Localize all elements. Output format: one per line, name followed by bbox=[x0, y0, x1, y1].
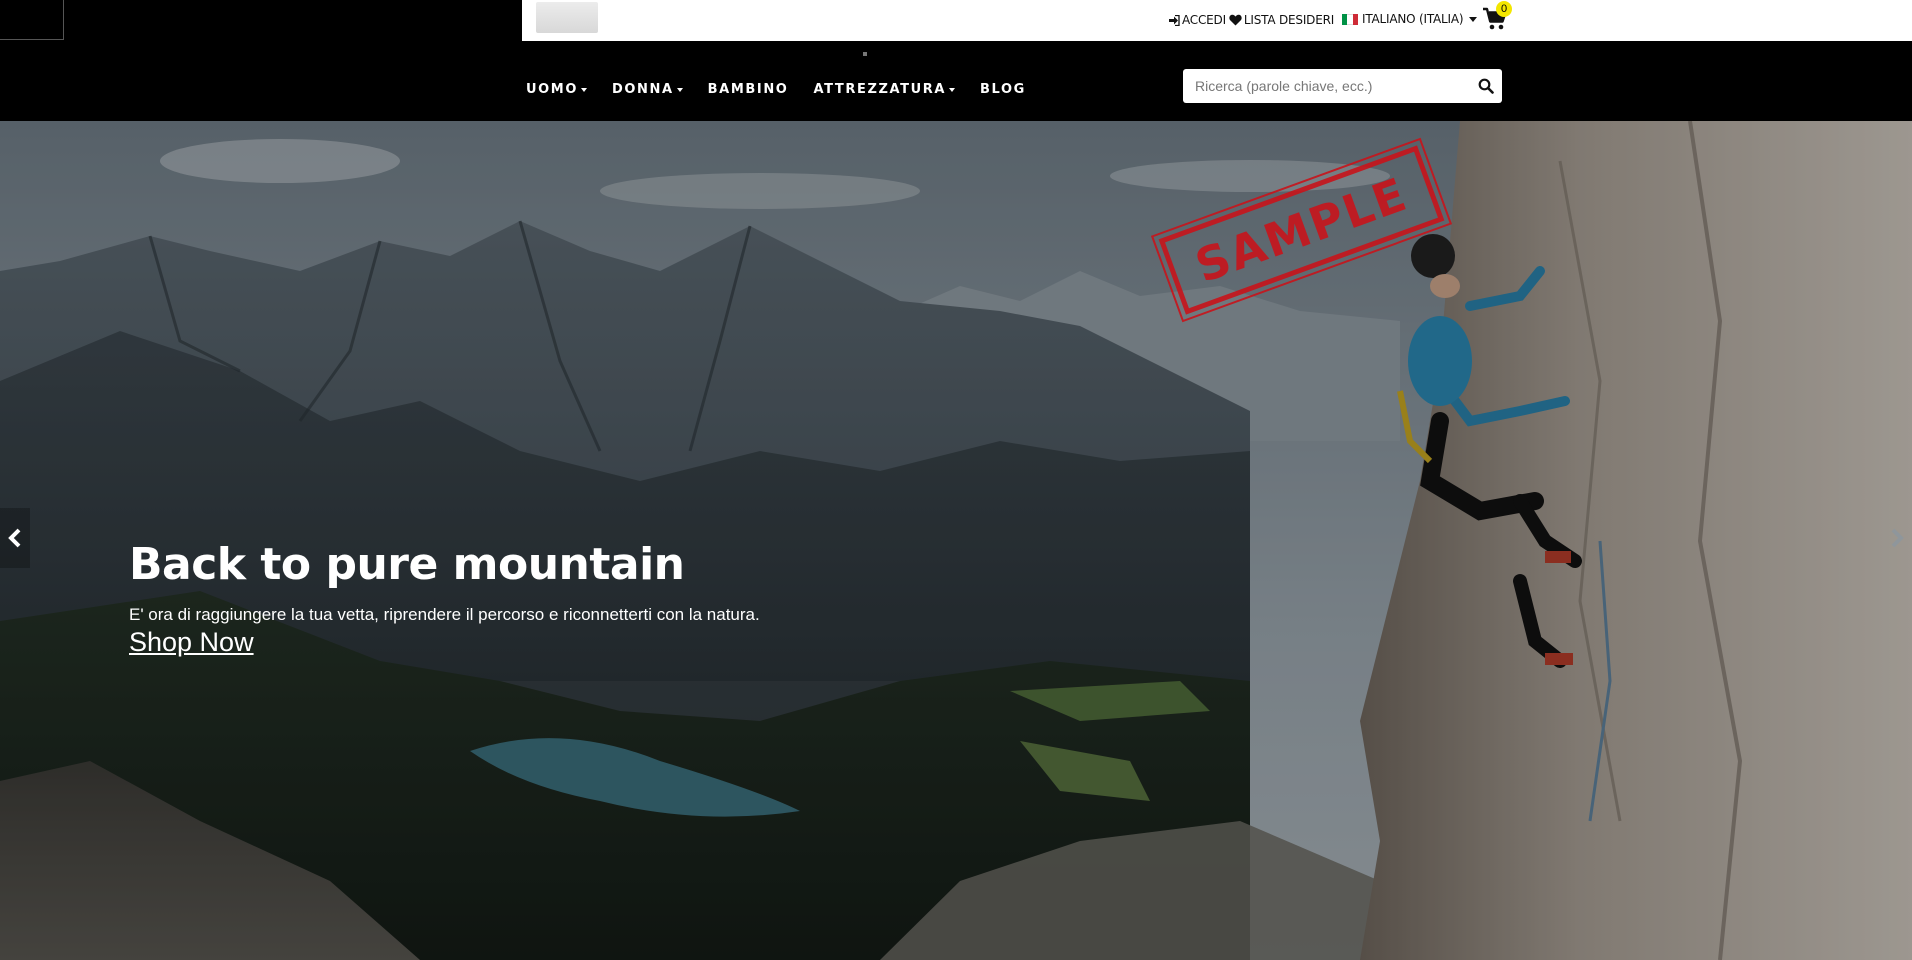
chevron-down-icon bbox=[949, 87, 956, 92]
search-box bbox=[1183, 69, 1502, 103]
carousel-next-button[interactable] bbox=[1882, 508, 1912, 568]
hero-subtitle: E' ora di raggiungere la tua vetta, ripr… bbox=[129, 605, 760, 624]
nav-item-uomo[interactable]: UOMO bbox=[526, 82, 587, 97]
chevron-right-icon bbox=[1891, 528, 1904, 548]
heart-icon bbox=[1229, 14, 1242, 26]
shop-now-link[interactable]: Shop Now bbox=[129, 627, 254, 658]
brand-logo[interactable] bbox=[536, 2, 598, 33]
language-selector[interactable]: ITALIANO (ITALIA) bbox=[1342, 12, 1478, 26]
topbar-dark-section bbox=[0, 0, 522, 41]
wishlist-label: LISTA DESIDERI bbox=[1243, 13, 1335, 27]
chevron-down-icon bbox=[581, 87, 587, 92]
login-label: ACCEDI bbox=[1182, 13, 1226, 27]
nav-item-label: UOMO bbox=[526, 82, 578, 97]
carousel-prev-button[interactable] bbox=[0, 508, 30, 568]
account-links: ACCEDI LISTA DESIDERI bbox=[1168, 12, 1334, 28]
nav-item-bambino[interactable]: BAMBINO bbox=[708, 82, 789, 97]
nav-item-blog[interactable]: BLOG bbox=[980, 82, 1026, 97]
nav-item-label: ATTREZZATURA bbox=[813, 82, 947, 97]
sign-in-icon bbox=[1169, 14, 1180, 26]
chevron-down-icon bbox=[676, 87, 683, 92]
main-menu: UOMO DONNA BAMBINO ATTREZZATURA BLOG bbox=[526, 82, 1051, 97]
search-input[interactable] bbox=[1183, 69, 1463, 103]
cart-count-badge: 0 bbox=[1496, 1, 1512, 17]
nav-item-label: DONNA bbox=[612, 82, 674, 97]
nav-item-label: BAMBINO bbox=[707, 82, 789, 97]
nav-item-attrezzatura[interactable]: ATTREZZATURA bbox=[813, 82, 956, 97]
chevron-left-icon bbox=[8, 528, 21, 548]
hero-banner: SAMPLE Back to pure mountain E' ora di r… bbox=[0, 121, 1912, 960]
chevron-down-icon bbox=[1469, 16, 1478, 22]
nav-indicator bbox=[863, 52, 867, 56]
hero-title: Back to pure mountain bbox=[129, 539, 685, 590]
main-navbar bbox=[0, 41, 1912, 121]
nav-item-label: BLOG bbox=[980, 82, 1026, 97]
italy-flag-icon bbox=[1342, 13, 1358, 25]
corner-frame bbox=[0, 0, 64, 40]
wishlist-link[interactable]: LISTA DESIDERI bbox=[1229, 13, 1334, 27]
login-link[interactable]: ACCEDI bbox=[1168, 13, 1226, 27]
top-utility-bar: ACCEDI LISTA DESIDERI ITALIANO (ITALIA) … bbox=[0, 0, 1912, 41]
language-label: ITALIANO (ITALIA) bbox=[1362, 12, 1464, 26]
nav-item-donna[interactable]: DONNA bbox=[612, 82, 683, 97]
search-icon[interactable] bbox=[1478, 78, 1494, 94]
